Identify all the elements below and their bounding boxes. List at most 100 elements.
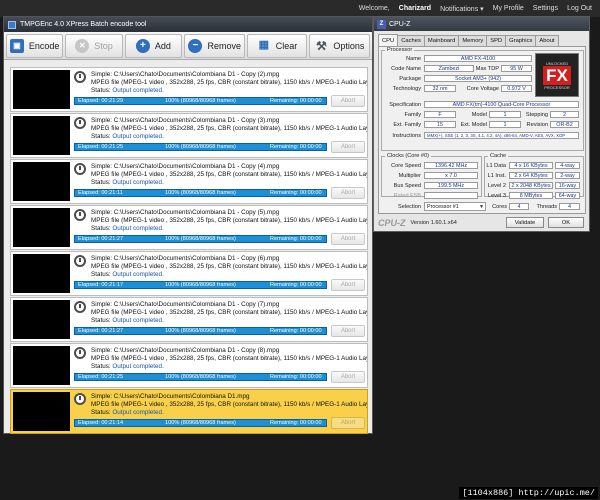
l1inst-value: 2 x 64 KBytes [509,172,553,179]
task-item[interactable]: Simple: C:\Users\Chato\Documents\Colombi… [10,205,368,250]
chevron-down-icon: ▼ [479,203,484,210]
task-item[interactable]: Simple: C:\Users\Chato\Documents\Colombi… [10,343,368,388]
task-percent: 100% (80968/80968 frames) [165,98,236,104]
options-button[interactable]: ⚒ Options [308,33,371,58]
task-progress-bar: Elapsed: 00:21:27 100% (80968/80968 frame… [74,327,327,335]
task-progress-bar: Elapsed: 00:21:29 100% (80968/80968 frame… [74,97,327,105]
l1inst-way: 2-way [555,172,580,179]
task-elapsed: Elapsed: 00:21:17 [78,282,124,288]
add-button[interactable]: + Add [124,33,183,58]
level3-way: 64-way [555,192,580,199]
tab-mainboard[interactable]: Mainboard [423,35,460,46]
task-percent: 100% (80968/80968 frames) [165,190,236,196]
family-label: Family [404,112,421,118]
task-item[interactable]: Simple: C:\Users\Chato\Documents\Colombi… [10,251,368,296]
cpuz-titlebar[interactable]: Z CPU-Z [374,17,589,31]
task-remaining: Remaining: 00:00:00 [270,420,322,426]
corespeed-label: Core Speed [391,163,421,169]
level3-value: 8 MBytes [509,192,553,199]
task-item[interactable]: Simple: C:\Users\Chato\Documents\Colombi… [10,113,368,158]
abort-button[interactable]: Abort [331,187,365,199]
cpuz-version: Version 1.60.1.x64 [410,220,457,226]
task-elapsed: Elapsed: 00:21:11 [78,190,123,196]
ratedfsb-label: Rated FSB [393,193,421,199]
tmpgenc-titlebar[interactable]: TMPGEnc 4.0 XPress Batch encode tool [4,17,372,32]
tab-spd[interactable]: SPD [486,35,507,46]
tab-cpu[interactable]: CPU [378,34,399,46]
task-status-label: Status: [91,409,111,416]
level2-value: 2 x 2048 KBytes [509,182,553,189]
task-status: Status: Output completed. [91,225,367,232]
model-value: 1 [489,111,521,118]
task-status-label: Status: [91,87,111,94]
task-item[interactable]: Simple: C:\Users\Chato\Documents\Colombi… [10,389,368,434]
ok-button[interactable]: OK [548,217,584,228]
remove-button[interactable]: − Remove [184,33,246,58]
notifications-link[interactable]: Notifications ▾ [440,5,484,13]
task-remaining: Remaining: 00:00:00 [270,190,322,196]
task-status-label: Status: [91,271,111,278]
multiplier-value: x 7.0 [424,172,478,179]
package-value: Socket AM3+ (942) [424,75,532,82]
technology-value: 32 nm [424,85,456,92]
task-status-value: Output completed. [112,225,164,232]
encode-label: Encode [28,40,60,51]
stop-button[interactable]: ✕ Stop [65,33,123,58]
task-status-value: Output completed. [112,271,164,278]
task-elapsed: Elapsed: 00:21:25 [78,144,124,150]
clock-icon [74,117,86,129]
name-value: AMD FX-4100 [424,55,532,62]
package-label: Package [399,76,421,82]
task-percent: 100% (80968/80968 frames) [165,236,236,242]
task-source-path: Simple: C:\Users\Chato\Documents\Colombi… [91,393,250,400]
level3-label: Level 3 [487,193,506,199]
task-progress-bar: Elapsed: 00:21:25 100% (80968/80968 frame… [74,143,327,151]
clock-icon [74,393,86,405]
task-percent: 100% (80968/80968 frames) [165,328,236,334]
my-profile-link[interactable]: My Profile [493,5,524,12]
processor-select[interactable]: Processor #1 ▼ [424,202,486,211]
ratedfsb-value [424,192,478,199]
abort-button[interactable]: Abort [331,279,365,291]
task-status-label: Status: [91,225,111,232]
abort-button[interactable]: Abort [331,325,365,337]
tab-graphics[interactable]: Graphics [505,35,537,46]
abort-button[interactable]: Abort [331,95,365,107]
task-status-value: Output completed. [112,317,164,324]
task-status: Status: Output completed. [91,409,367,416]
settings-link[interactable]: Settings [533,5,558,12]
cpuz-tabs: CPU Caches Mainboard Memory SPD Graphics… [378,34,559,46]
abort-button[interactable]: Abort [331,371,365,383]
abort-button[interactable]: Abort [331,233,365,245]
task-format-details: MPEG file (MPEG-1 video , 352x288, 25 fp… [91,125,367,132]
cores-label: Cores [492,204,507,210]
task-item[interactable]: Simple: C:\Users\Chato\Documents\Colombi… [10,159,368,204]
tab-memory[interactable]: Memory [458,35,488,46]
abort-button[interactable]: Abort [331,417,365,429]
tab-about[interactable]: About [535,35,559,46]
task-elapsed: Elapsed: 00:21:27 [78,328,124,334]
tab-caches[interactable]: Caches [397,35,425,46]
encode-button[interactable]: ▣ Encode [6,33,64,58]
log-out-link[interactable]: Log Out [567,5,592,12]
task-source-path: Simple: C:\Users\Chato\Documents\Colombi… [91,301,280,308]
task-elapsed: Elapsed: 00:21:25 [78,374,124,380]
cpuz-footer: CPU-Z Version 1.60.1.x64 Validate OK [378,216,586,230]
task-item[interactable]: Simple: C:\Users\Chato\Documents\Colombi… [10,67,368,112]
remove-label: Remove [207,40,241,51]
tmpgenc-window: TMPGEnc 4.0 XPress Batch encode tool ▣ E… [3,16,373,434]
task-format-details: MPEG file (MPEG-1 video , 352x288, 25 fp… [91,79,367,86]
wrench-icon: ⚒ [315,38,327,53]
task-item[interactable]: Simple: C:\Users\Chato\Documents\Colombi… [10,297,368,342]
clear-button[interactable]: ▦ Clear [247,33,307,58]
username-link[interactable]: Charizard [399,5,431,12]
extfamily-label: Ext. Family [393,122,421,128]
task-remaining: Remaining: 00:00:00 [270,144,322,150]
abort-button[interactable]: Abort [331,141,365,153]
extmodel-value: 1 [489,121,521,128]
task-percent: 100% (80968/80968 frames) [165,374,236,380]
stop-icon: ✕ [75,38,90,53]
task-status: Status: Output completed. [91,87,367,94]
task-percent: 100% (80968/80968 frames) [165,144,236,150]
validate-button[interactable]: Validate [506,217,544,228]
